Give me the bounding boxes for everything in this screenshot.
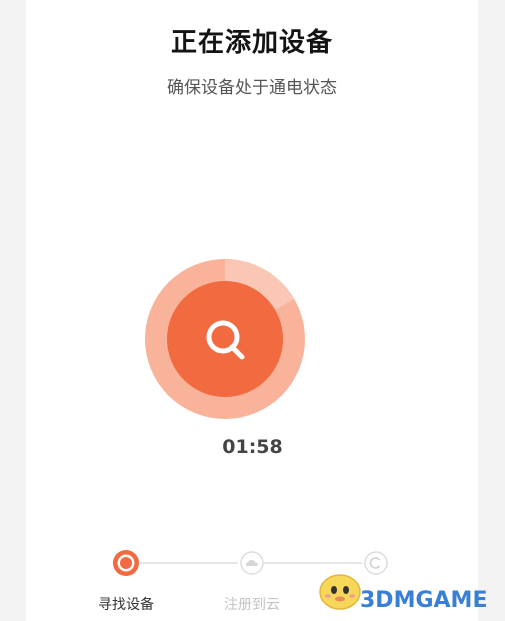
- watermark: 3DMGAME: [300, 566, 505, 621]
- step-connector-2: [264, 562, 362, 564]
- step-find-device: [112, 549, 140, 581]
- page-subtitle: 确保设备处于通电状态: [167, 78, 337, 98]
- countdown-timer: 01:58: [222, 436, 283, 458]
- page-title: 正在添加设备: [170, 28, 333, 58]
- scanning-indicator: [143, 257, 307, 421]
- step-connector-1: [140, 562, 238, 564]
- scanning-graphic: [145, 259, 305, 419]
- step-label-find: 寻找设备: [98, 597, 154, 613]
- watermark-mascot-icon: [319, 574, 361, 610]
- cloud-icon: [240, 551, 264, 575]
- scan-inner-circle: [167, 281, 283, 397]
- step-register-cloud: [240, 551, 264, 579]
- watermark-text: 3DMGAME: [360, 588, 488, 613]
- step-label-register: 注册到云: [224, 597, 280, 613]
- target-dot-icon: [113, 550, 139, 576]
